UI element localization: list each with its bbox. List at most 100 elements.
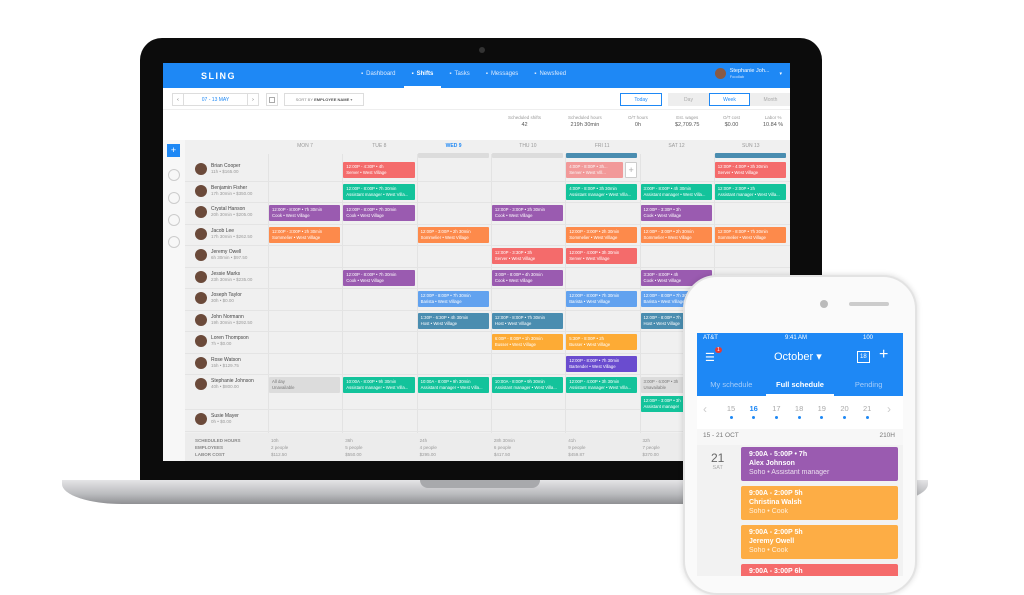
select-checkbox[interactable] — [266, 93, 278, 106]
shift-block[interactable]: 12:00P - 8:00P • 7h 30min Bartender • Wes… — [566, 355, 638, 372]
menu-filter-icon[interactable]: ☰ — [705, 351, 715, 364]
shift-block[interactable]: 12:00P - 3:30P • 3h Server • West Village — [491, 248, 564, 264]
view-month-button[interactable]: Month — [750, 93, 790, 106]
shift-block[interactable] — [491, 153, 564, 158]
shift-block[interactable] — [417, 153, 489, 158]
sort-dropdown[interactable]: SORT BY EMPLOYEE NAME ▾ — [284, 93, 364, 106]
shift-block[interactable]: 12:00P - 8:00P • 7h 30min Assistant manag… — [343, 183, 415, 200]
shift-block[interactable]: 12:00P - 8:00P • 7h 30min Cook • West Vil… — [343, 269, 415, 286]
shift-card[interactable]: 9:00A - 5:00P • 7h Alex Johnson Soho • Ass… — [741, 447, 898, 481]
shift-role: Cook • West Village — [346, 213, 384, 218]
user-menu[interactable]: Stephanie Joh... Foodlab ▾ — [714, 68, 782, 79]
stat-item: O/T cost $0.00 — [723, 115, 740, 128]
shift-block[interactable]: 3:00P - 8:00P • 4h 30min Assistant manage… — [640, 183, 712, 200]
nav-messages[interactable]: ▪ Messages — [478, 63, 527, 88]
shift-block[interactable]: 12:00P - 4:30P • 4h Server • West Village — [343, 162, 415, 178]
shift-block[interactable]: 12:00P - 8:00P • 7h 30min Host • West Vil… — [491, 312, 564, 329]
shift-card[interactable]: 9:00A - 3:00P 6h — [741, 564, 898, 576]
shift-card[interactable]: 9:00A - 2:00P 5h Christina Walsh Soho • Co… — [741, 486, 898, 520]
shift-block[interactable]: 12:00P - 3:00P • 2h 30min Sommelier • Wes… — [269, 226, 341, 243]
employee-info[interactable]: Benjamin Fisher 17h 30min • $350.00 — [195, 184, 252, 197]
shift-block[interactable]: 1:30P - 6:30P • 4h 30min Host • West Vill… — [417, 312, 489, 329]
add-icon[interactable]: + — [879, 346, 888, 364]
footer-value: $295.00 — [419, 452, 436, 457]
next-icon[interactable]: › — [887, 402, 891, 416]
list-icon[interactable] — [168, 214, 180, 226]
date-item[interactable]: 18 — [791, 404, 807, 419]
employee-info[interactable]: Jacob Lee 17h 30min • $262.50 — [195, 227, 252, 240]
positions-icon[interactable] — [168, 192, 180, 204]
shift-block[interactable]: 12:00P - 3:30P • 3h Cook • West Village — [640, 205, 712, 221]
shift-block[interactable]: 12:00P - 8:00P • 7h 30min Cook • West Vil… — [269, 205, 341, 221]
shift-block[interactable]: 5:30P - 8:00P • 2h Busser • West Village — [566, 334, 638, 350]
shift-block[interactable]: All day Unavailable — [269, 377, 341, 393]
prev-icon[interactable]: ‹ — [703, 402, 707, 416]
view-week-button[interactable]: Week — [709, 93, 750, 106]
shift-block[interactable]: 6:00P - 8:00P • 1h 30min Busser • West Vi… — [491, 334, 564, 350]
shift-block[interactable]: 10:00A - 8:00P • 9h 30min Assistant manag… — [417, 377, 489, 393]
view-day-button[interactable]: Day — [668, 93, 709, 106]
date-item[interactable]: 21 — [859, 404, 875, 419]
month-selector[interactable]: October ▾ — [774, 350, 822, 363]
app-logo[interactable]: SLING — [201, 71, 236, 81]
location-icon[interactable] — [168, 169, 180, 181]
tab-pending[interactable]: Pending — [834, 376, 903, 396]
shift-block[interactable]: 12:00P - 2:00P • 2h Assistant manager • W… — [714, 183, 787, 200]
tab-my-schedule[interactable]: My schedule — [697, 376, 766, 396]
shift-block[interactable]: 12:00P - 4:00P • 3h 30min Server • West V… — [714, 162, 787, 178]
employee-info[interactable]: Jessie Marks 23h 30min • $235.00 — [195, 270, 252, 283]
shift-block[interactable]: 12:00P - 4:00P • 3h 30min Assistant manag… — [566, 377, 638, 393]
date-range[interactable]: 07 - 13 MAY — [183, 93, 248, 106]
shift-block[interactable]: 12:00P - 8:00P • 7h 30min Barista • West … — [566, 291, 638, 307]
nav-dashboard[interactable]: ▪ Dashboard — [353, 63, 404, 88]
shift-block[interactable]: 4:00P - 8:00P • 3h 30min Assistant manage… — [566, 183, 638, 200]
date-item[interactable]: 15 — [723, 404, 739, 419]
employee-info[interactable]: Rose Watson 15h • $129.75 — [195, 356, 241, 369]
shift-block[interactable]: 12:00P - 3:00P • 2h 30min Sommelier • Wes… — [640, 226, 712, 243]
employee-info[interactable]: Crystal Hanson 20h 30min • $205.00 — [195, 206, 252, 218]
today-button[interactable]: Today — [620, 93, 662, 106]
shift-block[interactable]: 12:00P - 4:00P • 3h 30min Server • West V… — [566, 248, 638, 264]
shift-block[interactable]: 12:00P - 3:00P • 2h 30min Sommelier • Wes… — [417, 226, 489, 243]
left-sidebar: + — [163, 140, 185, 461]
shift-block[interactable] — [714, 153, 787, 158]
employee-info[interactable]: Loren Thompson 7h • $0.00 — [195, 335, 249, 347]
employee-info[interactable]: Joseph Taylor 30h • $0.00 — [195, 292, 242, 304]
shift-block[interactable]: 12:00P - 8:00P • 7h 30min Sommelier • Wes… — [714, 226, 787, 243]
shift-block[interactable]: 4:00P - 8:00P • 3h... Server • West Vill.… — [566, 162, 624, 178]
footer-value: 36h — [345, 438, 353, 443]
next-week-button[interactable]: › — [247, 93, 259, 106]
shift-block[interactable]: 12:00P - 3:00P • 2h 30min Sommelier • Wes… — [566, 226, 638, 243]
nav-tasks[interactable]: ▪ Tasks — [441, 63, 477, 88]
shift-block[interactable]: 12:00P - 8:00P • 7h 30min Cook • West Vil… — [343, 205, 415, 221]
tab-full-schedule[interactable]: Full schedule — [765, 376, 835, 396]
employee-info[interactable]: John Normann 19h 30min • $292.50 — [195, 313, 252, 326]
shift-block[interactable]: 12:00P - 3:00P • 2h 30min Cook • West Vil… — [491, 205, 564, 221]
nav-shifts[interactable]: ▪ Shifts — [403, 63, 442, 88]
shift-block[interactable]: 10:00A - 8:00P • 9h 30min Assistant manag… — [491, 377, 564, 393]
calendar-icon[interactable]: 18 — [857, 351, 870, 363]
day-header: SAT 12 — [668, 143, 685, 149]
date-item[interactable]: 16 — [746, 404, 762, 419]
date-item[interactable]: 19 — [814, 404, 830, 419]
shift-block[interactable]: 3:00P - 8:00P • 4h 30min Cook • West Vill… — [491, 269, 564, 286]
date-item[interactable]: 20 — [837, 404, 853, 419]
employee-info[interactable]: Susie Mayer 0h • $0.00 — [195, 413, 239, 425]
shift-block[interactable] — [566, 153, 638, 158]
avatar — [195, 249, 207, 261]
shift-block[interactable]: 10:00A - 8:00P • 9h 30min Assistant manag… — [343, 377, 415, 393]
shift-block[interactable]: 12:00P - 8:00P • 7h 30min Barista • West … — [417, 291, 489, 307]
add-shift-button[interactable]: + — [167, 144, 180, 157]
add-shift-button[interactable]: + — [624, 162, 637, 178]
footer-value: $112.50 — [271, 452, 287, 457]
employee-info[interactable]: Jeremy Owell 6h 30min • $97.50 — [195, 249, 247, 261]
nav-newsfeed[interactable]: ▪ Newsfeed — [526, 63, 574, 88]
filter-icon[interactable] — [168, 236, 180, 248]
date-item[interactable]: 17 — [768, 404, 784, 419]
employee-info[interactable]: Brian Cooper 11h • $165.00 — [195, 163, 240, 175]
employee-info[interactable]: Stephanie Johnson 40h • $800.00 — [195, 378, 254, 390]
shift-card[interactable]: 9:00A - 2:00P 5h Jeremy Owell Soho • Cook — [741, 525, 898, 559]
stat-label: O/T cost — [723, 115, 740, 120]
shift-role: Assistant manager • West Villa... — [569, 191, 632, 197]
stat-value: 42 — [521, 122, 528, 128]
